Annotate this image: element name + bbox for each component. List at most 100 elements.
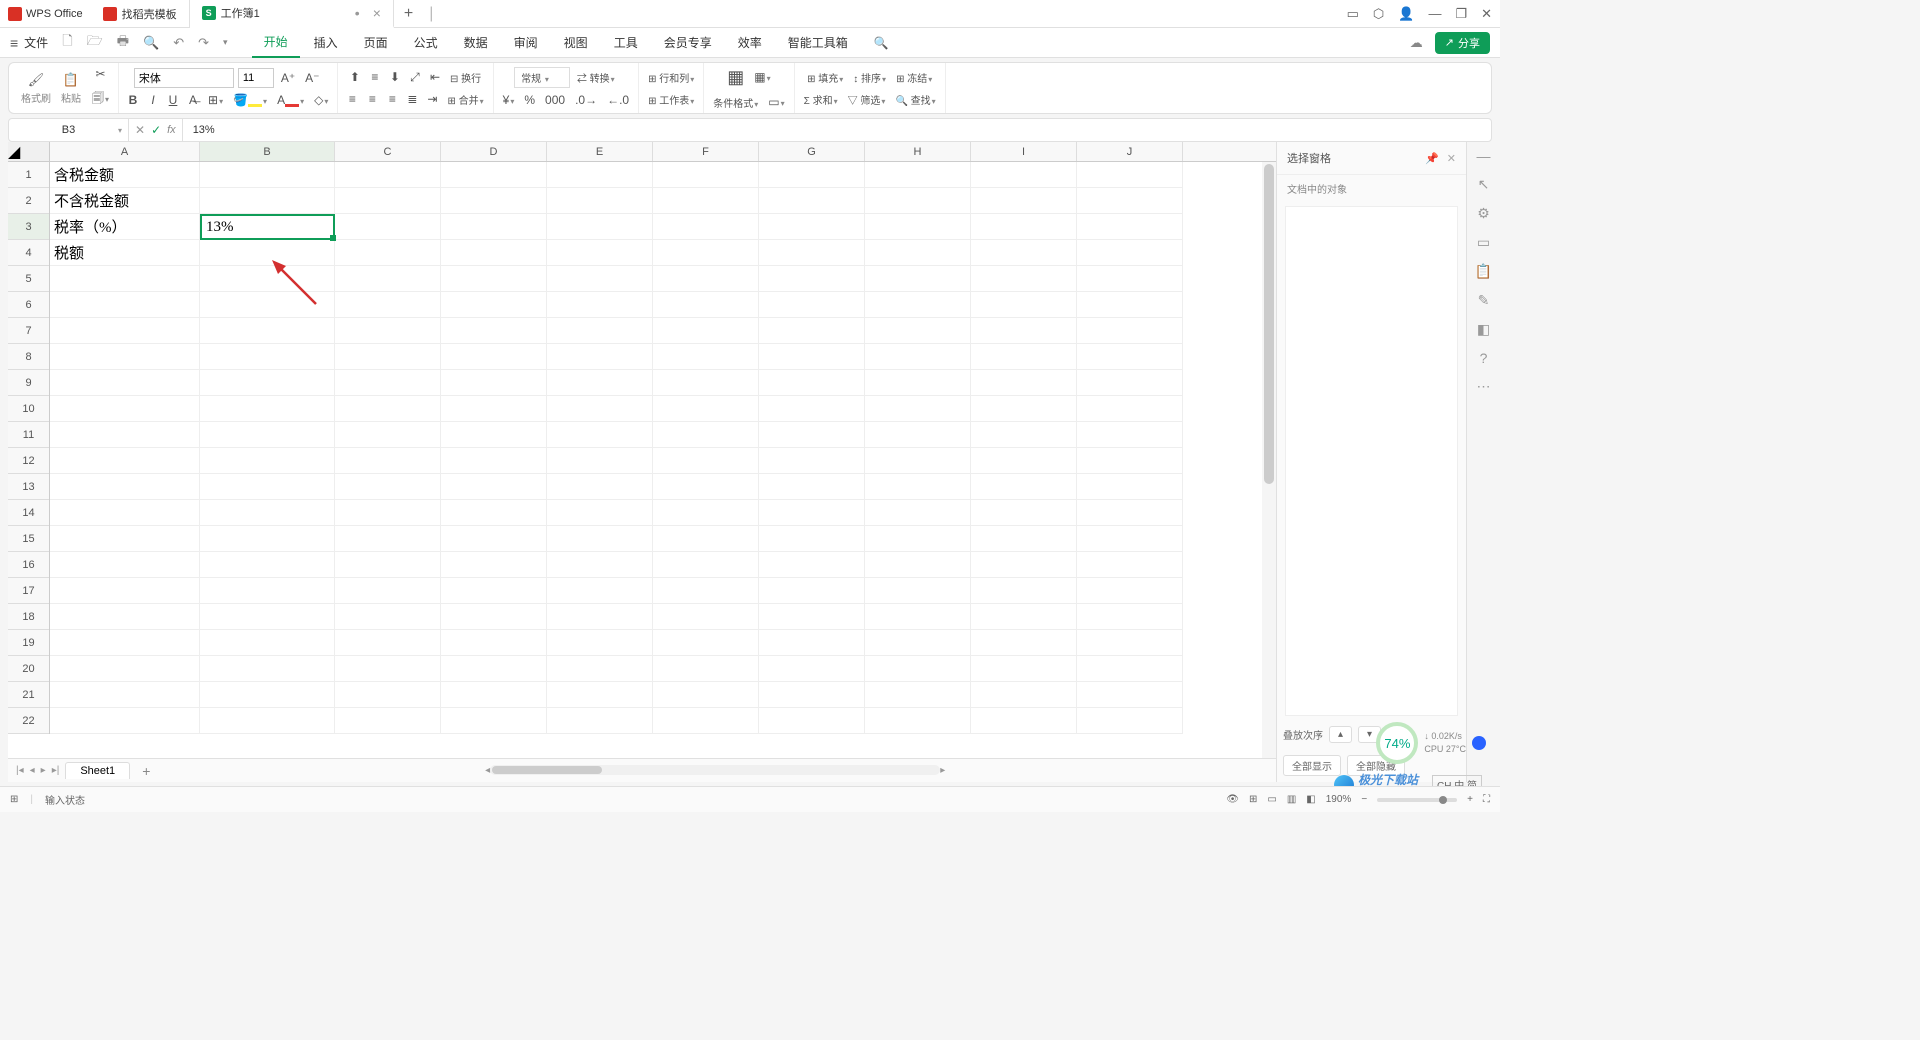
cell-H18[interactable]: [865, 604, 971, 630]
tab-insert[interactable]: 插入: [302, 28, 350, 58]
cell-F10[interactable]: [653, 396, 759, 422]
cell-C1[interactable]: [335, 162, 441, 188]
row-header-6[interactable]: 6: [8, 292, 49, 318]
cell-G7[interactable]: [759, 318, 865, 344]
print-icon[interactable]: 🖶: [113, 32, 133, 54]
cell-H10[interactable]: [865, 396, 971, 422]
cell-I16[interactable]: [971, 552, 1077, 578]
new-icon[interactable]: 🗋: [58, 32, 76, 54]
cell-J22[interactable]: [1077, 708, 1183, 734]
cell-D18[interactable]: [441, 604, 547, 630]
cube-icon[interactable]: ⬡: [1373, 6, 1384, 22]
cell-D12[interactable]: [441, 448, 547, 474]
rowcol-button[interactable]: ⊞ 行和列▾: [645, 68, 697, 87]
cell-G2[interactable]: [759, 188, 865, 214]
number-format-select[interactable]: 常规 ▾: [514, 67, 570, 88]
cell-I1[interactable]: [971, 162, 1077, 188]
cell-I20[interactable]: [971, 656, 1077, 682]
tab-start[interactable]: 开始: [252, 28, 300, 58]
cell-H6[interactable]: [865, 292, 971, 318]
cell-I19[interactable]: [971, 630, 1077, 656]
align-center-icon[interactable]: ≡: [364, 90, 380, 108]
underline-button[interactable]: U: [165, 91, 181, 109]
tab-review[interactable]: 审阅: [502, 28, 550, 58]
tab-view[interactable]: 视图: [552, 28, 600, 58]
cell-C18[interactable]: [335, 604, 441, 630]
cell-E22[interactable]: [547, 708, 653, 734]
settings-icon[interactable]: ⚙: [1477, 205, 1490, 222]
cell-F5[interactable]: [653, 266, 759, 292]
cell-I18[interactable]: [971, 604, 1077, 630]
cell-F19[interactable]: [653, 630, 759, 656]
cell-J2[interactable]: [1077, 188, 1183, 214]
cells[interactable]: 含税金额不含税金额税率（%）13%税额: [50, 162, 1276, 734]
sheet-add-button[interactable]: +: [136, 763, 156, 779]
cell-B14[interactable]: [200, 500, 335, 526]
row-header-4[interactable]: 4: [8, 240, 49, 266]
vertical-scrollbar[interactable]: [1262, 162, 1276, 758]
cell-E3[interactable]: [547, 214, 653, 240]
cell-A21[interactable]: [50, 682, 200, 708]
panel-icon[interactable]: ▭: [1347, 6, 1359, 22]
cell-J19[interactable]: [1077, 630, 1183, 656]
cell-I22[interactable]: [971, 708, 1077, 734]
cell-A1[interactable]: 含税金额: [50, 162, 200, 188]
cell-I21[interactable]: [971, 682, 1077, 708]
row-header-12[interactable]: 12: [8, 448, 49, 474]
cell-F12[interactable]: [653, 448, 759, 474]
cell-G3[interactable]: [759, 214, 865, 240]
hscroll-thumb[interactable]: [492, 766, 602, 774]
panel-close-icon[interactable]: ✕: [1447, 152, 1456, 165]
vscroll-thumb[interactable]: [1264, 164, 1274, 484]
cell-C7[interactable]: [335, 318, 441, 344]
cell-F21[interactable]: [653, 682, 759, 708]
cell-A20[interactable]: [50, 656, 200, 682]
cell-G22[interactable]: [759, 708, 865, 734]
filter-button[interactable]: ▽ 筛选▾: [845, 90, 889, 109]
col-header-D[interactable]: D: [441, 142, 547, 161]
cell-I14[interactable]: [971, 500, 1077, 526]
cell-F18[interactable]: [653, 604, 759, 630]
cell-style-icon[interactable]: ▦▾: [751, 68, 773, 86]
cell-I12[interactable]: [971, 448, 1077, 474]
row-header-21[interactable]: 21: [8, 682, 49, 708]
cut-icon[interactable]: ✂: [89, 65, 112, 83]
layer-up-button[interactable]: ▴: [1329, 726, 1352, 743]
cell-H11[interactable]: [865, 422, 971, 448]
cell-D1[interactable]: [441, 162, 547, 188]
formula-input[interactable]: 13%: [183, 124, 1491, 136]
row-header-19[interactable]: 19: [8, 630, 49, 656]
cell-G18[interactable]: [759, 604, 865, 630]
cell-H17[interactable]: [865, 578, 971, 604]
strike-button[interactable]: A̶: [185, 91, 201, 109]
cell-J7[interactable]: [1077, 318, 1183, 344]
tab-smart[interactable]: 智能工具箱: [776, 28, 860, 58]
cloud-icon[interactable]: ☁: [1406, 35, 1427, 51]
zoom-out-button[interactable]: −: [1361, 794, 1367, 805]
formula-cancel-icon[interactable]: ✕: [135, 123, 145, 137]
align-right-icon[interactable]: ≡: [384, 90, 400, 108]
cell-G16[interactable]: [759, 552, 865, 578]
cell-B13[interactable]: [200, 474, 335, 500]
copy-icon[interactable]: 🗐▾: [89, 87, 112, 112]
cell-B17[interactable]: [200, 578, 335, 604]
cond-format-button[interactable]: 条件格式▾: [710, 93, 761, 112]
cell-C5[interactable]: [335, 266, 441, 292]
cell-A16[interactable]: [50, 552, 200, 578]
cell-D10[interactable]: [441, 396, 547, 422]
row-header-17[interactable]: 17: [8, 578, 49, 604]
cell-E13[interactable]: [547, 474, 653, 500]
fullscreen-icon[interactable]: ⛶: [1483, 794, 1490, 805]
cell-B3[interactable]: 13%: [200, 214, 335, 240]
cell-J3[interactable]: [1077, 214, 1183, 240]
col-header-H[interactable]: H: [865, 142, 971, 161]
cell-G8[interactable]: [759, 344, 865, 370]
fill-button[interactable]: ⊞ 填充▾: [804, 68, 846, 87]
cell-D21[interactable]: [441, 682, 547, 708]
cell-J13[interactable]: [1077, 474, 1183, 500]
cell-A13[interactable]: [50, 474, 200, 500]
more-icon[interactable]: ⋯: [1477, 378, 1491, 395]
cell-B10[interactable]: [200, 396, 335, 422]
clipboard-icon[interactable]: 📋: [1475, 263, 1492, 280]
cell-I8[interactable]: [971, 344, 1077, 370]
